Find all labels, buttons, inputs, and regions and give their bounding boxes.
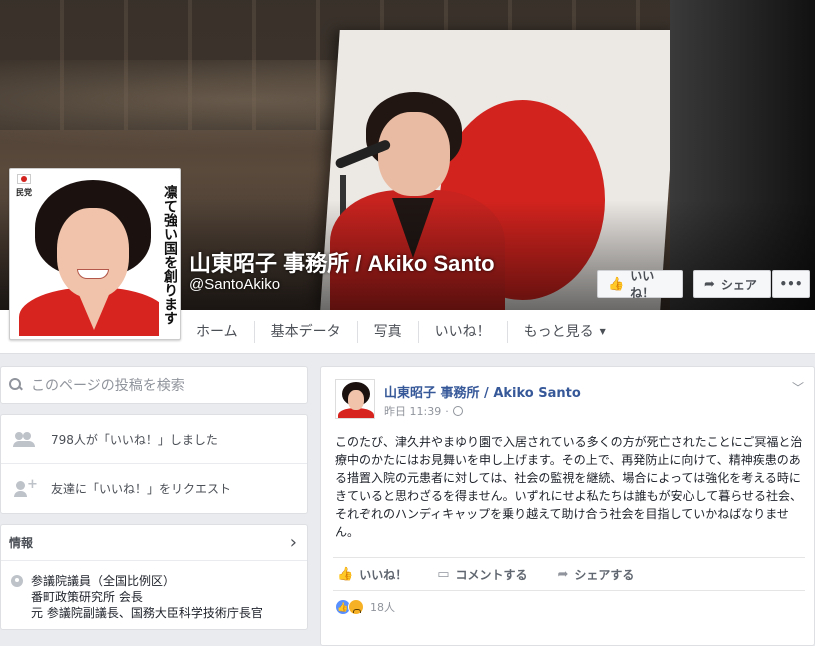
share-page-label: シェア — [720, 277, 757, 292]
like-page-label: いいね！ — [630, 269, 655, 300]
like-post-button[interactable]: 👍 いいね！ — [337, 566, 407, 583]
about-line: 番町政策研究所 会長 — [31, 590, 143, 604]
search-input[interactable]: このページの投稿を検索 — [31, 375, 185, 395]
about-line: 参議院議員（全国比例区） — [31, 574, 176, 588]
avatar-face — [348, 390, 364, 410]
page-title[interactable]: 山東昭子 事務所 / Akiko Santo — [189, 246, 495, 278]
about-card: 情報 › 参議院議員（全国比例区） 番町政策研究所 会長 元 参議院副議長、国務… — [0, 524, 308, 630]
tab-home[interactable]: ホーム — [180, 321, 255, 343]
comment-button[interactable]: ▭ コメントする — [437, 566, 527, 583]
speaker-face — [378, 112, 450, 196]
add-friend-icon — [13, 477, 38, 497]
share-arrow-icon: ➦ — [704, 276, 715, 292]
about-header[interactable]: 情報 › — [1, 525, 307, 561]
community-card: 798人が「いいね！」しました 友達に「いいね！」をリクエスト — [0, 414, 308, 514]
nav-tabs: ホーム 基本データ 写真 いいね！ もっと見る ▼ — [180, 310, 622, 354]
thumbs-up-icon: 👍 — [608, 276, 625, 292]
thumbs-up-icon: 👍 — [337, 566, 354, 582]
invite-friends-row[interactable]: 友達に「いいね！」をリクエスト — [1, 464, 307, 513]
chevron-right-icon: › — [289, 532, 297, 553]
people-icon — [13, 431, 37, 447]
comment-label: コメントする — [455, 567, 528, 582]
reactions-summary[interactable]: 👍 18人 — [335, 599, 395, 615]
profile-slogan: 凛て強い国を創ります — [159, 172, 177, 336]
chevron-down-icon[interactable]: ﹀ — [792, 379, 804, 396]
share-page-button[interactable]: ➦ シェア — [693, 270, 771, 298]
about-lines: 参議院議員（全国比例区） 番町政策研究所 会長 元 参議院副議長、国務大臣科学技… — [31, 573, 263, 621]
japan-flag-icon — [17, 174, 31, 184]
profile-picture[interactable]: 民党 凛て強い国を創ります — [9, 168, 181, 340]
tab-about[interactable]: 基本データ — [255, 321, 358, 343]
left-sidebar: このページの投稿を検索 798人が「いいね！」しました 友達に「いいね！」をリク… — [0, 366, 308, 640]
search-icon — [9, 378, 23, 392]
caret-down-icon: ▼ — [599, 327, 606, 336]
about-line: 元 参議院副議長、国務大臣科学技術庁長官 — [31, 606, 263, 620]
more-dots-icon: ••• — [779, 277, 803, 291]
about-title: 情報 — [9, 536, 34, 550]
share-post-button[interactable]: ➦ シェアする — [558, 566, 635, 583]
globe-icon — [452, 406, 463, 416]
post-author-link[interactable]: 山東昭子 事務所 / Akiko Santo — [384, 382, 581, 401]
invite-friends-text: 友達に「いいね！」をリクエスト — [51, 482, 232, 496]
tab-likes[interactable]: いいね！ — [419, 321, 508, 343]
tab-photos[interactable]: 写真 — [358, 321, 419, 343]
profile-smile — [77, 269, 109, 279]
post-action-bar: 👍 いいね！ ▭ コメントする ➦ シェアする — [333, 557, 805, 591]
meta-separator: · — [445, 404, 449, 418]
sad-reaction-icon — [348, 599, 364, 615]
reaction-count: 18人 — [370, 601, 395, 614]
party-label: 民党 — [16, 188, 32, 197]
like-page-button[interactable]: 👍 いいね！ — [597, 269, 683, 300]
like-post-label: いいね！ — [359, 567, 408, 582]
post-search-box[interactable]: このページの投稿を検索 — [0, 366, 308, 404]
likes-count-text: 798人が「いいね！」しました — [51, 432, 218, 447]
profile-face — [57, 208, 129, 298]
likes-count-row[interactable]: 798人が「いいね！」しました — [1, 415, 307, 464]
profile-image: 民党 凛て強い国を創ります — [13, 172, 177, 336]
post-meta: 昨日 11:39 · — [384, 403, 463, 419]
share-arrow-icon: ➦ — [557, 566, 569, 582]
tab-more[interactable]: もっと見る ▼ — [508, 321, 622, 343]
post-avatar[interactable] — [335, 379, 375, 419]
about-description: 参議院議員（全国比例区） 番町政策研究所 会長 元 参議院副議長、国務大臣科学技… — [1, 561, 307, 629]
more-options-button[interactable]: ••• — [772, 270, 810, 298]
post-timestamp[interactable]: 昨日 11:39 — [384, 403, 441, 419]
page-handle[interactable]: @SantoAkiko — [189, 276, 280, 293]
post-body: このたび、津久井やまゆり園で入居されている多くの方が死亡されたことにご冥福と治療… — [335, 435, 803, 539]
timeline-post: 山東昭子 事務所 / Akiko Santo 昨日 11:39 · ﹀ このたび… — [320, 366, 815, 646]
info-icon — [11, 575, 23, 587]
tab-more-label: もっと見る — [523, 324, 594, 340]
share-post-label: シェアする — [574, 567, 635, 582]
comment-icon: ▭ — [437, 566, 450, 582]
